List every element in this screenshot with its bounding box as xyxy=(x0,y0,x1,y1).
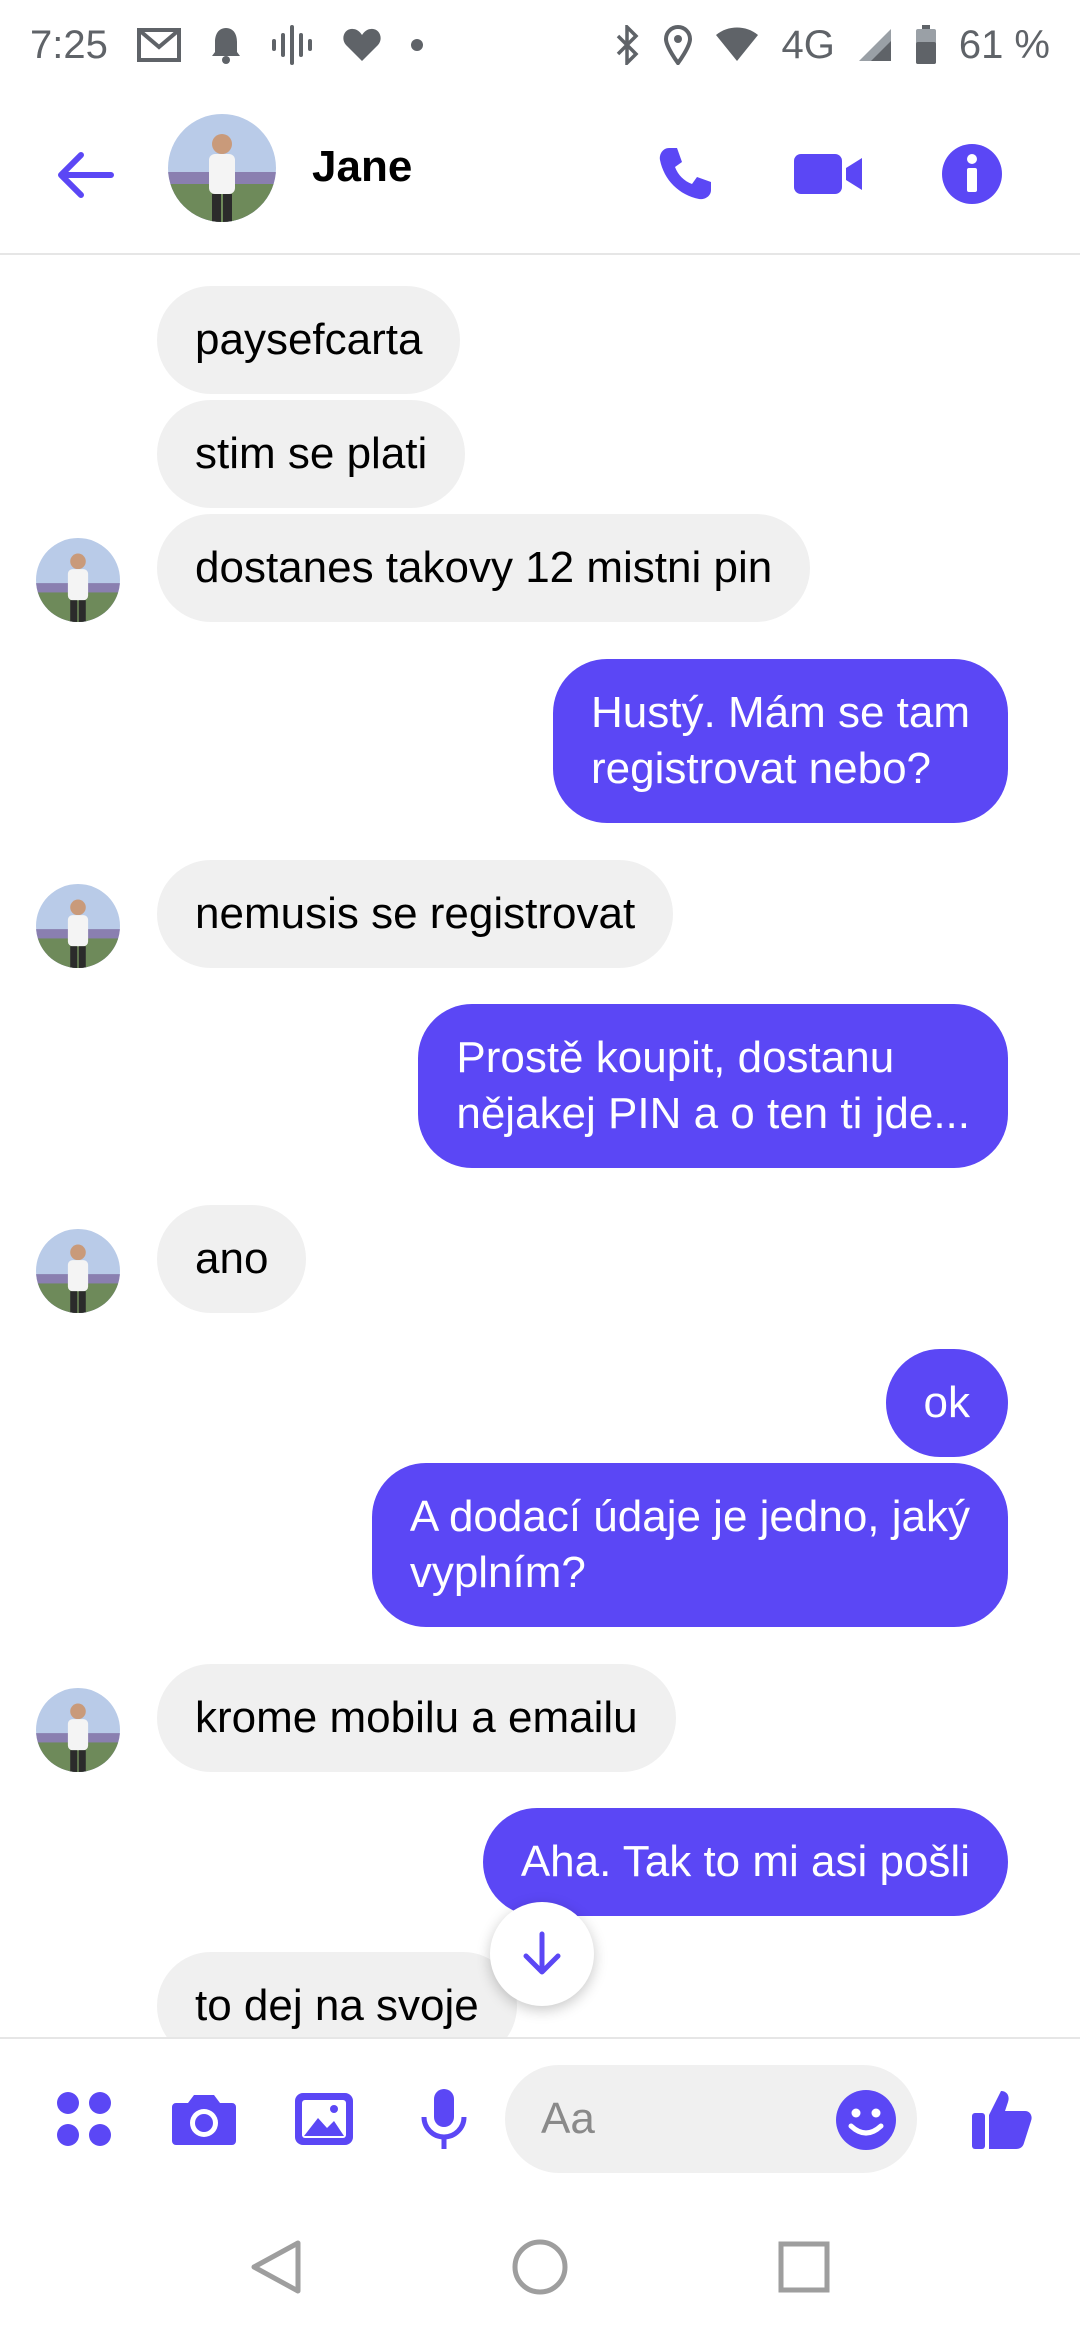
gmail-icon xyxy=(136,27,182,63)
phone-icon xyxy=(659,148,711,200)
network-type: 4G xyxy=(781,22,835,67)
battery-icon xyxy=(915,25,937,65)
message-bubble-incoming[interactable]: stim se plati xyxy=(157,400,466,508)
location-icon xyxy=(663,25,693,65)
message-bubble-outgoing[interactable]: ok xyxy=(885,1349,1008,1457)
microphone-icon xyxy=(421,2089,467,2149)
info-icon xyxy=(942,144,1002,204)
system-navigation-bar xyxy=(0,2197,1080,2340)
camera-icon xyxy=(172,2095,236,2145)
voice-call-button[interactable] xyxy=(645,134,725,214)
contact-avatar[interactable] xyxy=(168,114,276,222)
contact-avatar-small[interactable] xyxy=(36,1688,120,1772)
contact-avatar-small[interactable] xyxy=(36,884,120,968)
square-recents-icon xyxy=(778,2241,830,2293)
message-text: ok xyxy=(923,1378,970,1427)
message-bubble-incoming[interactable]: to dej na svoje xyxy=(157,1952,517,2037)
message-text: ano xyxy=(195,1234,269,1283)
back-arrow-icon xyxy=(58,152,114,198)
message-text: Aha. Tak to mi asi pošli xyxy=(520,1837,970,1886)
message-composer xyxy=(0,2037,1080,2197)
scroll-to-bottom-button[interactable] xyxy=(490,1902,594,2006)
voice-message-button[interactable] xyxy=(404,2079,484,2159)
message-text: paysefcarta xyxy=(195,315,423,364)
message-bubble-incoming[interactable]: nemusis se registrovat xyxy=(157,860,674,968)
video-camera-icon xyxy=(794,154,862,194)
conversation-info-button[interactable] xyxy=(932,134,1012,214)
message-text-line: Hustý. Mám se tam xyxy=(591,688,970,737)
more-actions-button[interactable] xyxy=(44,2079,124,2159)
heart-icon xyxy=(342,27,382,63)
like-button[interactable] xyxy=(962,2079,1042,2159)
message-text-line: nějakej PIN a o ten ti jde... xyxy=(456,1089,970,1138)
contact-avatar-small[interactable] xyxy=(36,538,120,622)
emoji-button[interactable] xyxy=(833,2087,899,2153)
message-list[interactable]: paysefcarta stim se plati dostanes takov… xyxy=(0,257,1080,2037)
message-bubble-incoming[interactable]: paysefcarta xyxy=(157,286,461,394)
message-bubble-outgoing[interactable]: Prostě koupit, dostanu nějakej PIN a o t… xyxy=(418,1004,1008,1168)
message-bubble-outgoing[interactable]: Aha. Tak to mi asi pošli xyxy=(482,1808,1008,1916)
message-text-line: vyplním? xyxy=(409,1548,586,1597)
status-bar: 7:25 4G 61 % xyxy=(0,0,1080,90)
contact-name[interactable]: Jane xyxy=(312,142,412,192)
podcast-icon xyxy=(270,25,314,65)
video-call-button[interactable] xyxy=(788,134,868,214)
message-bubble-incoming[interactable]: krome mobilu a emailu xyxy=(157,1664,676,1772)
bluetooth-icon xyxy=(615,25,641,65)
dot-icon xyxy=(410,38,424,52)
conversation-header: Jane xyxy=(0,90,1080,255)
message-input-container[interactable] xyxy=(505,2065,917,2173)
signal-icon xyxy=(857,27,893,63)
smiley-icon xyxy=(836,2090,896,2150)
message-bubble-outgoing[interactable]: Hustý. Mám se tam registrovat nebo? xyxy=(553,659,1008,823)
notification-bell-icon xyxy=(210,26,242,64)
wifi-icon xyxy=(715,27,759,63)
gallery-button[interactable] xyxy=(284,2079,364,2159)
battery-percent: 61 % xyxy=(958,22,1050,67)
message-bubble-outgoing[interactable]: A dodací údaje je jedno, jaký vyplním? xyxy=(371,1463,1008,1627)
triangle-back-icon xyxy=(251,2240,301,2294)
message-text: to dej na svoje xyxy=(195,1981,479,2030)
message-text: stim se plati xyxy=(195,429,428,478)
message-text-line: Prostě koupit, dostanu xyxy=(456,1033,895,1082)
message-text: nemusis se registrovat xyxy=(195,889,636,938)
camera-button[interactable] xyxy=(164,2079,244,2159)
contact-avatar-small[interactable] xyxy=(36,1229,120,1313)
message-text: dostanes takovy 12 mistni pin xyxy=(195,543,773,592)
message-bubble-incoming[interactable]: dostanes takovy 12 mistni pin xyxy=(157,514,811,622)
thumbs-up-icon xyxy=(972,2091,1032,2149)
back-button[interactable] xyxy=(50,140,120,210)
arrow-down-icon xyxy=(523,1931,561,1975)
image-icon xyxy=(295,2093,353,2145)
nav-home-button[interactable] xyxy=(500,2227,580,2307)
message-text-line: A dodací údaje je jedno, jaký xyxy=(409,1492,970,1541)
nav-recents-button[interactable] xyxy=(764,2227,844,2307)
circle-home-icon xyxy=(512,2239,568,2295)
four-dots-icon xyxy=(57,2092,111,2146)
message-text: krome mobilu a emailu xyxy=(195,1693,638,1742)
message-bubble-incoming[interactable]: ano xyxy=(157,1205,307,1313)
status-time: 7:25 xyxy=(30,22,108,67)
nav-back-button[interactable] xyxy=(236,2227,316,2307)
message-text-line: registrovat nebo? xyxy=(591,744,932,793)
message-input[interactable] xyxy=(541,2089,831,2149)
